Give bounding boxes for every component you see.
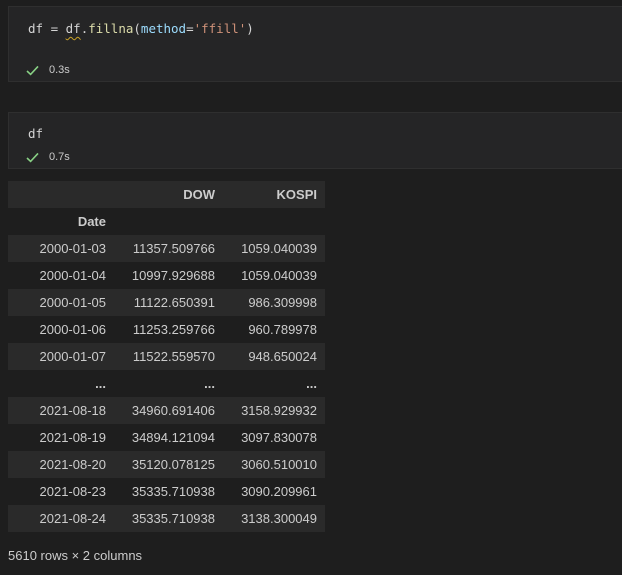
check-icon — [26, 152, 39, 163]
cell-dow: 34894.121094 — [114, 424, 223, 451]
cell-dow: 35335.710938 — [114, 505, 223, 532]
check-icon — [26, 65, 39, 76]
cell-status: 0.3s — [26, 64, 70, 76]
table-row: 2021-08-24 35335.710938 3138.300049 — [8, 505, 325, 532]
cell-dow: ... — [114, 370, 223, 397]
cell-kospi: 1059.040039 — [223, 235, 325, 262]
table-row: 2021-08-20 35120.078125 3060.510010 — [8, 451, 325, 478]
row-index: 2000-01-03 — [8, 235, 114, 262]
execution-time: 0.7s — [49, 151, 70, 163]
row-index: 2021-08-18 — [8, 397, 114, 424]
index-row-empty-cell — [223, 208, 325, 235]
row-index: ... — [8, 370, 114, 397]
code-token-close-paren: ) — [246, 21, 254, 36]
code-cell-2[interactable]: df 0.7s — [8, 112, 622, 169]
row-index: 2000-01-06 — [8, 316, 114, 343]
dataframe-shape-text: 5610 rows × 2 columns — [8, 548, 143, 563]
table-row: 2021-08-18 34960.691406 3158.929932 — [8, 397, 325, 424]
table-row: 2000-01-05 11122.650391 986.309998 — [8, 289, 325, 316]
code-token-function: fillna — [88, 21, 134, 36]
table-row: 2000-01-06 11253.259766 960.789978 — [8, 316, 325, 343]
execution-time: 0.3s — [49, 64, 70, 76]
cell-output: DOW KOSPI Date 2000-01-03 11357.509766 1… — [8, 181, 325, 532]
cell-status: 0.7s — [26, 151, 70, 163]
header-blank-cell — [8, 181, 114, 208]
cell-dow: 11122.650391 — [114, 289, 223, 316]
row-index: 2000-01-07 — [8, 343, 114, 370]
table-row: 2021-08-19 34894.121094 3097.830078 — [8, 424, 325, 451]
dataframe-table: DOW KOSPI Date 2000-01-03 11357.509766 1… — [8, 181, 325, 532]
index-name-row: Date — [8, 208, 325, 235]
index-name: Date — [8, 208, 114, 235]
cell-kospi: 3097.830078 — [223, 424, 325, 451]
code-token-lhs: df — [28, 21, 44, 36]
code-token-assign: = — [186, 21, 194, 36]
cell-dow: 34960.691406 — [114, 397, 223, 424]
cell-kospi: 3060.510010 — [223, 451, 325, 478]
cell-dow: 35120.078125 — [114, 451, 223, 478]
table-row: 2000-01-03 11357.509766 1059.040039 — [8, 235, 325, 262]
row-index: 2000-01-04 — [8, 262, 114, 289]
index-row-empty-cell — [114, 208, 223, 235]
cell-kospi: 948.650024 — [223, 343, 325, 370]
row-index: 2000-01-05 — [8, 289, 114, 316]
cell-kospi: 3158.929932 — [223, 397, 325, 424]
code-token-eq: = — [43, 21, 66, 36]
cell-kospi: 986.309998 — [223, 289, 325, 316]
code-token-obj-warning: df — [65, 21, 81, 36]
code-line[interactable]: df = df.fillna(method='ffill') — [28, 21, 254, 36]
cell-kospi: 3090.209961 — [223, 478, 325, 505]
row-index: 2021-08-23 — [8, 478, 114, 505]
code-line[interactable]: df — [28, 126, 43, 141]
row-index: 2021-08-20 — [8, 451, 114, 478]
cell-kospi: 960.789978 — [223, 316, 325, 343]
column-header-dow: DOW — [114, 181, 223, 208]
code-token-open-paren: ( — [133, 21, 141, 36]
code-token-string: 'ffill' — [193, 21, 247, 36]
cell-dow: 11357.509766 — [114, 235, 223, 262]
cell-kospi: ... — [223, 370, 325, 397]
column-header-row: DOW KOSPI — [8, 181, 325, 208]
code-token-var: df — [28, 126, 44, 141]
table-row: 2021-08-23 35335.710938 3090.209961 — [8, 478, 325, 505]
code-token-param: method — [140, 21, 187, 36]
row-index: 2021-08-19 — [8, 424, 114, 451]
notebook-output-view: df = df.fillna(method='ffill') 0.3s df 0… — [0, 0, 622, 575]
cell-kospi: 1059.040039 — [223, 262, 325, 289]
table-row-ellipsis: ... ... ... — [8, 370, 325, 397]
code-cell-1[interactable]: df = df.fillna(method='ffill') 0.3s — [8, 6, 622, 82]
column-header-kospi: KOSPI — [223, 181, 325, 208]
cell-dow: 11522.559570 — [114, 343, 223, 370]
table-row: 2000-01-04 10997.929688 1059.040039 — [8, 262, 325, 289]
cell-dow: 10997.929688 — [114, 262, 223, 289]
cell-dow: 11253.259766 — [114, 316, 223, 343]
table-row: 2000-01-07 11522.559570 948.650024 — [8, 343, 325, 370]
cell-kospi: 3138.300049 — [223, 505, 325, 532]
row-index: 2021-08-24 — [8, 505, 114, 532]
cell-dow: 35335.710938 — [114, 478, 223, 505]
